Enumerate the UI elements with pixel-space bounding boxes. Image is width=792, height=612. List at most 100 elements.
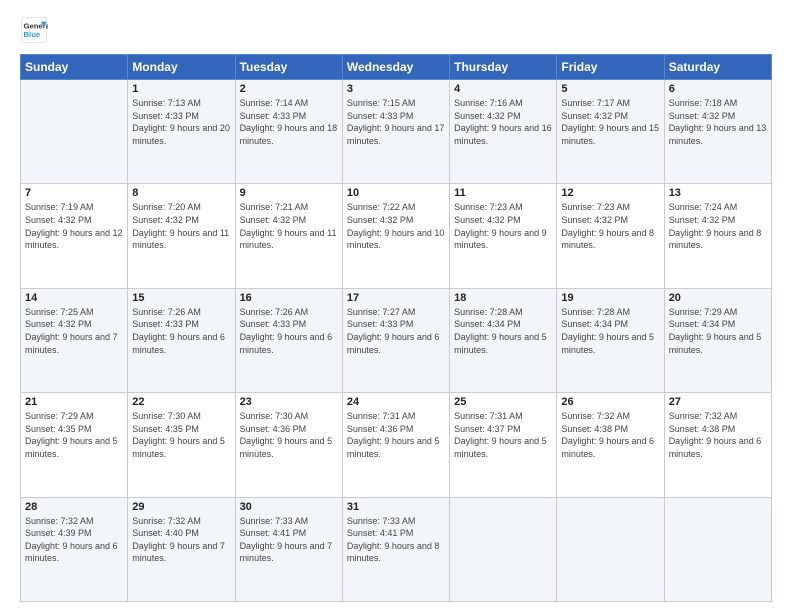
calendar-cell: 17Sunrise: 7:27 AMSunset: 4:33 PMDayligh… bbox=[342, 288, 449, 392]
daylight-line: Daylight: 9 hours and 5 minutes. bbox=[25, 435, 123, 460]
calendar-cell bbox=[21, 80, 128, 184]
calendar-cell: 21Sunrise: 7:29 AMSunset: 4:35 PMDayligh… bbox=[21, 393, 128, 497]
daylight-line: Daylight: 9 hours and 11 minutes. bbox=[132, 227, 230, 252]
day-info: Sunrise: 7:16 AMSunset: 4:32 PMDaylight:… bbox=[454, 97, 552, 147]
sunrise-line: Sunrise: 7:31 AM bbox=[454, 410, 552, 423]
sunrise-line: Sunrise: 7:31 AM bbox=[347, 410, 445, 423]
calendar-cell: 13 Sunrise: 7:24 AMSunset: 4:32 PMDayligh… bbox=[664, 184, 771, 288]
daylight-line: Daylight: 9 hours and 5 minutes. bbox=[561, 331, 659, 356]
day-info: Sunrise: 7:28 AMSunset: 4:34 PMDaylight:… bbox=[561, 306, 659, 356]
page: General Blue SundayMondayTuesdayWednesda… bbox=[0, 0, 792, 612]
day-number: 13 bbox=[669, 187, 767, 199]
day-info: Sunrise: 7:26 AMSunset: 4:33 PMDaylight:… bbox=[132, 306, 230, 356]
day-header-saturday: Saturday bbox=[664, 55, 771, 80]
sunset-line: Sunset: 4:36 PM bbox=[347, 423, 445, 436]
sunset-line: Sunset: 4:32 PM bbox=[454, 110, 552, 123]
day-info: Sunrise: 7:31 AMSunset: 4:36 PMDaylight:… bbox=[347, 410, 445, 460]
day-info: Sunrise: 7:30 AMSunset: 4:36 PMDaylight:… bbox=[240, 410, 338, 460]
day-number: 10 bbox=[347, 187, 445, 199]
calendar-week-row: 14Sunrise: 7:25 AMSunset: 4:32 PMDayligh… bbox=[21, 288, 772, 392]
sunset-line: Sunset: 4:41 PM bbox=[240, 527, 338, 540]
sunset-line: Sunset: 4:34 PM bbox=[669, 318, 767, 331]
calendar-cell bbox=[557, 497, 664, 601]
day-number: 1 bbox=[132, 83, 230, 95]
day-number: 22 bbox=[132, 396, 230, 408]
day-number: 29 bbox=[132, 501, 230, 513]
daylight-line: Daylight: 9 hours and 12 minutes. bbox=[25, 227, 123, 252]
calendar-cell: 29 Sunrise: 7:32 AMSunset: 4:40 PMDayligh… bbox=[128, 497, 235, 601]
sunrise-line: Sunrise: 7:18 AM bbox=[669, 97, 767, 110]
day-info: Sunrise: 7:17 AMSunset: 4:32 PMDaylight:… bbox=[561, 97, 659, 147]
daylight-line: Daylight: 9 hours and 6 minutes. bbox=[132, 331, 230, 356]
day-info: Sunrise: 7:32 AMSunset: 4:40 PMDaylight:… bbox=[132, 515, 230, 565]
day-info: Sunrise: 7:23 AMSunset: 4:32 PMDaylight:… bbox=[561, 201, 659, 251]
calendar-cell: 23 Sunrise: 7:30 AMSunset: 4:36 PMDayligh… bbox=[235, 393, 342, 497]
day-number: 20 bbox=[669, 292, 767, 304]
sunset-line: Sunset: 4:32 PM bbox=[669, 214, 767, 227]
header: General Blue bbox=[20, 16, 772, 44]
sunrise-line: Sunrise: 7:23 AM bbox=[454, 201, 552, 214]
sunset-line: Sunset: 4:38 PM bbox=[669, 423, 767, 436]
daylight-line: Daylight: 9 hours and 7 minutes. bbox=[25, 331, 123, 356]
daylight-line: Daylight: 9 hours and 7 minutes. bbox=[240, 540, 338, 565]
sunset-line: Sunset: 4:33 PM bbox=[132, 318, 230, 331]
day-info: Sunrise: 7:24 AMSunset: 4:32 PMDaylight:… bbox=[669, 201, 767, 251]
daylight-line: Daylight: 9 hours and 6 minutes. bbox=[669, 435, 767, 460]
daylight-line: Daylight: 9 hours and 13 minutes. bbox=[669, 122, 767, 147]
calendar-week-row: 21Sunrise: 7:29 AMSunset: 4:35 PMDayligh… bbox=[21, 393, 772, 497]
calendar-cell: 11Sunrise: 7:23 AMSunset: 4:32 PMDayligh… bbox=[450, 184, 557, 288]
sunrise-line: Sunrise: 7:19 AM bbox=[25, 201, 123, 214]
daylight-line: Daylight: 9 hours and 11 minutes. bbox=[240, 227, 338, 252]
calendar-cell: 5Sunrise: 7:17 AMSunset: 4:32 PMDaylight… bbox=[557, 80, 664, 184]
sunset-line: Sunset: 4:33 PM bbox=[240, 110, 338, 123]
day-number: 12 bbox=[561, 187, 659, 199]
day-info: Sunrise: 7:26 AMSunset: 4:33 PMDaylight:… bbox=[240, 306, 338, 356]
sunrise-line: Sunrise: 7:21 AM bbox=[240, 201, 338, 214]
calendar-cell: 12 Sunrise: 7:23 AMSunset: 4:32 PMDayligh… bbox=[557, 184, 664, 288]
sunset-line: Sunset: 4:32 PM bbox=[25, 214, 123, 227]
day-info: Sunrise: 7:31 AMSunset: 4:37 PMDaylight:… bbox=[454, 410, 552, 460]
day-number: 23 bbox=[240, 396, 338, 408]
sunrise-line: Sunrise: 7:22 AM bbox=[347, 201, 445, 214]
calendar-cell: 10Sunrise: 7:22 AMSunset: 4:32 PMDayligh… bbox=[342, 184, 449, 288]
sunrise-line: Sunrise: 7:28 AM bbox=[561, 306, 659, 319]
calendar-cell: 31Sunrise: 7:33 AMSunset: 4:41 PMDayligh… bbox=[342, 497, 449, 601]
day-info: Sunrise: 7:18 AMSunset: 4:32 PMDaylight:… bbox=[669, 97, 767, 147]
sunset-line: Sunset: 4:32 PM bbox=[561, 110, 659, 123]
sunset-line: Sunset: 4:32 PM bbox=[132, 214, 230, 227]
sunset-line: Sunset: 4:33 PM bbox=[240, 318, 338, 331]
day-info: Sunrise: 7:14 AMSunset: 4:33 PMDaylight:… bbox=[240, 97, 338, 147]
sunrise-line: Sunrise: 7:24 AM bbox=[669, 201, 767, 214]
day-number: 21 bbox=[25, 396, 123, 408]
sunrise-line: Sunrise: 7:17 AM bbox=[561, 97, 659, 110]
day-header-friday: Friday bbox=[557, 55, 664, 80]
day-number: 18 bbox=[454, 292, 552, 304]
calendar-cell: 6Sunrise: 7:18 AMSunset: 4:32 PMDaylight… bbox=[664, 80, 771, 184]
calendar-cell: 26Sunrise: 7:32 AMSunset: 4:38 PMDayligh… bbox=[557, 393, 664, 497]
day-number: 3 bbox=[347, 83, 445, 95]
day-number: 28 bbox=[25, 501, 123, 513]
sunset-line: Sunset: 4:32 PM bbox=[347, 214, 445, 227]
calendar-cell: 3 Sunrise: 7:15 AMSunset: 4:33 PMDaylight… bbox=[342, 80, 449, 184]
sunset-line: Sunset: 4:39 PM bbox=[25, 527, 123, 540]
sunrise-line: Sunrise: 7:27 AM bbox=[347, 306, 445, 319]
sunset-line: Sunset: 4:38 PM bbox=[561, 423, 659, 436]
sunset-line: Sunset: 4:32 PM bbox=[25, 318, 123, 331]
calendar-table: SundayMondayTuesdayWednesdayThursdayFrid… bbox=[20, 54, 772, 602]
calendar-cell: 14Sunrise: 7:25 AMSunset: 4:32 PMDayligh… bbox=[21, 288, 128, 392]
daylight-line: Daylight: 9 hours and 20 minutes. bbox=[132, 122, 230, 147]
day-info: Sunrise: 7:15 AMSunset: 4:33 PMDaylight:… bbox=[347, 97, 445, 147]
sunrise-line: Sunrise: 7:25 AM bbox=[25, 306, 123, 319]
day-number: 19 bbox=[561, 292, 659, 304]
day-info: Sunrise: 7:19 AMSunset: 4:32 PMDaylight:… bbox=[25, 201, 123, 251]
calendar-cell: 25Sunrise: 7:31 AMSunset: 4:37 PMDayligh… bbox=[450, 393, 557, 497]
day-info: Sunrise: 7:29 AMSunset: 4:34 PMDaylight:… bbox=[669, 306, 767, 356]
sunset-line: Sunset: 4:33 PM bbox=[347, 110, 445, 123]
sunset-line: Sunset: 4:32 PM bbox=[240, 214, 338, 227]
day-info: Sunrise: 7:28 AMSunset: 4:34 PMDaylight:… bbox=[454, 306, 552, 356]
sunrise-line: Sunrise: 7:28 AM bbox=[454, 306, 552, 319]
day-header-tuesday: Tuesday bbox=[235, 55, 342, 80]
calendar-cell: 24Sunrise: 7:31 AMSunset: 4:36 PMDayligh… bbox=[342, 393, 449, 497]
day-info: Sunrise: 7:13 AMSunset: 4:33 PMDaylight:… bbox=[132, 97, 230, 147]
daylight-line: Daylight: 9 hours and 17 minutes. bbox=[347, 122, 445, 147]
